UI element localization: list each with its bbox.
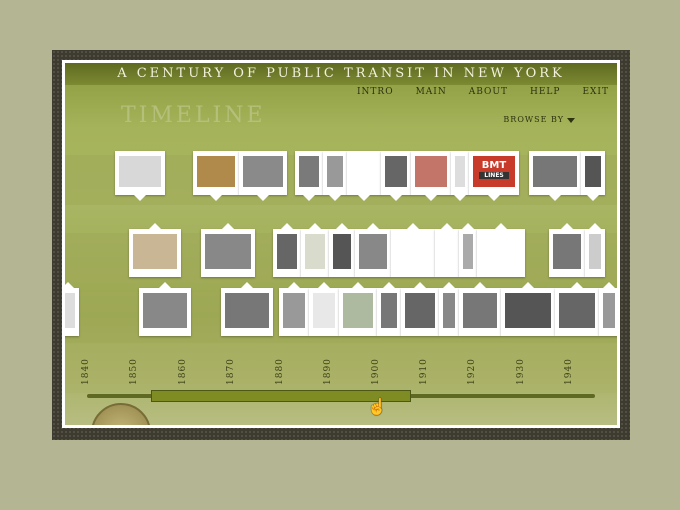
- bmt-badge-line2: LINES: [479, 172, 509, 179]
- photo-image: [65, 293, 75, 328]
- photo-image: [585, 156, 601, 187]
- photo-thumbnail[interactable]: [381, 151, 411, 201]
- photo-image: [395, 234, 431, 269]
- year-label: 1880: [275, 358, 285, 385]
- photo-thumbnail[interactable]: [599, 282, 617, 336]
- photo-thumbnail[interactable]: [129, 223, 181, 277]
- timeline-canvas: A CENTURY OF PUBLIC TRANSIT IN NEW YORK …: [65, 63, 617, 425]
- photo-image: [225, 293, 269, 328]
- photo-image: [589, 234, 601, 269]
- photo-image: [533, 156, 577, 187]
- bmt-lines-badge: BMT LINES: [473, 156, 515, 187]
- year-axis: [65, 343, 617, 393]
- year-label: 1920: [467, 358, 477, 385]
- photo-thumbnail[interactable]: [323, 151, 347, 201]
- year-label: 1850: [129, 358, 139, 385]
- photo-image: [327, 156, 343, 187]
- photo-image: [283, 293, 305, 328]
- photo-image: [481, 234, 521, 269]
- photo-thumbnail[interactable]: [451, 151, 469, 201]
- photo-thumbnail[interactable]: [115, 151, 165, 201]
- photo-image: [277, 234, 297, 269]
- photo-image: [143, 293, 187, 328]
- photo-image: [463, 293, 497, 328]
- photo-thumbnail[interactable]: [139, 282, 191, 336]
- photo-thumbnail[interactable]: [549, 223, 585, 277]
- hand-cursor-icon: ☝: [367, 397, 387, 416]
- bmt-lines-thumbnail[interactable]: BMT LINES: [469, 151, 519, 201]
- photo-thumbnail[interactable]: [279, 282, 309, 336]
- photo-image: [415, 156, 447, 187]
- year-label: 1940: [564, 358, 574, 385]
- photo-thumbnail[interactable]: [347, 151, 381, 201]
- photo-image: [299, 156, 319, 187]
- photo-image: [463, 234, 473, 269]
- photo-image: [119, 156, 161, 187]
- photo-thumbnail[interactable]: [221, 282, 273, 336]
- photo-thumbnail[interactable]: [329, 223, 355, 277]
- photo-thumbnail[interactable]: [339, 282, 377, 336]
- photo-thumbnail[interactable]: [391, 223, 435, 277]
- photo-thumbnail[interactable]: [585, 223, 605, 277]
- photo-image: [333, 234, 351, 269]
- photo-image: [505, 293, 551, 328]
- photo-image: [243, 156, 283, 187]
- photo-thumbnail[interactable]: [439, 282, 459, 336]
- year-label: 1840: [81, 358, 91, 385]
- year-label: 1900: [371, 358, 381, 385]
- photo-image: [305, 234, 325, 269]
- photo-thumbnail[interactable]: [193, 151, 239, 201]
- photo-image: [381, 293, 397, 328]
- photo-image: [205, 234, 251, 269]
- year-label: 1870: [226, 358, 236, 385]
- photo-image: [439, 234, 455, 269]
- photo-thumbnail[interactable]: [555, 282, 599, 336]
- photo-image: [343, 293, 373, 328]
- photo-thumbnail[interactable]: [309, 282, 339, 336]
- photo-thumbnail[interactable]: [529, 151, 581, 201]
- photo-thumbnail[interactable]: [295, 151, 323, 201]
- photo-image: [455, 156, 465, 187]
- photo-image: [351, 156, 377, 187]
- photo-thumbnail[interactable]: [355, 223, 391, 277]
- photo-image: [443, 293, 455, 328]
- photo-image: [197, 156, 235, 187]
- app-window: A CENTURY OF PUBLIC TRANSIT IN NEW YORK …: [62, 60, 620, 428]
- photo-image: [553, 234, 581, 269]
- photo-thumbnail[interactable]: [435, 223, 459, 277]
- year-label: 1890: [323, 358, 333, 385]
- photo-thumbnail[interactable]: [411, 151, 451, 201]
- year-label: 1910: [419, 358, 429, 385]
- photo-thumbnail[interactable]: [401, 282, 439, 336]
- photo-image: [133, 234, 177, 269]
- year-label: 1860: [178, 358, 188, 385]
- photo-image: [359, 234, 387, 269]
- year-label: 1930: [516, 358, 526, 385]
- photo-thumbnail[interactable]: [377, 282, 401, 336]
- photo-image: [603, 293, 615, 328]
- photo-thumbnail[interactable]: [201, 223, 255, 277]
- photo-image: [313, 293, 335, 328]
- photo-image: [405, 293, 435, 328]
- photo-thumbnail[interactable]: [477, 223, 525, 277]
- photo-thumbnail[interactable]: [273, 223, 301, 277]
- bmt-badge-line1: BMT: [481, 160, 507, 171]
- photo-thumbnail[interactable]: [459, 282, 501, 336]
- photo-image: [559, 293, 595, 328]
- photo-thumbnail[interactable]: [301, 223, 329, 277]
- photo-thumbnail[interactable]: [65, 282, 79, 336]
- photo-thumbnail[interactable]: [581, 151, 605, 201]
- photo-thumbnail[interactable]: [501, 282, 555, 336]
- photo-thumbnail[interactable]: [459, 223, 477, 277]
- photo-thumbnail[interactable]: [239, 151, 287, 201]
- photo-image: [385, 156, 407, 187]
